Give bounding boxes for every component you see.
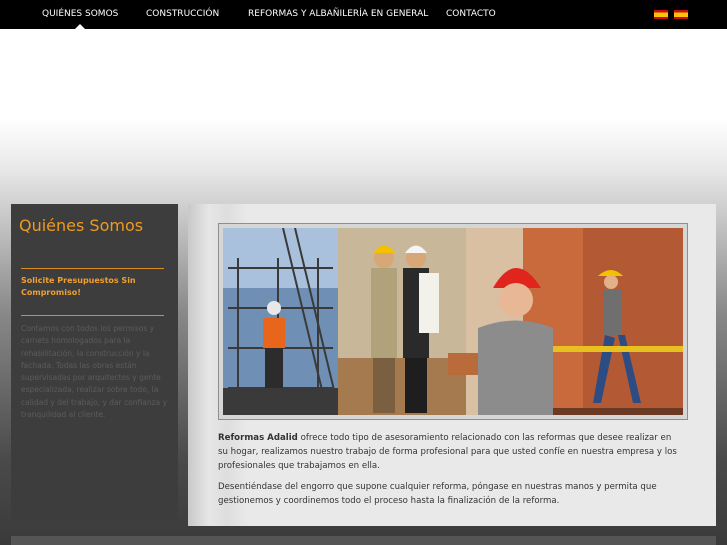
sidebar-divider [21,315,164,316]
sidebar-title: Quiénes Somos [19,216,144,235]
main-content: Reformas Adalid ofrece todo tipo de ases… [188,204,716,526]
brand-name: Reformas Adalid [218,433,298,443]
nav-item-reformas[interactable]: REFORMAS Y ALBAÑILERÍA EN GENERAL [248,0,428,29]
nav-item-quienes-somos[interactable]: QUIÉNES SOMOS [42,0,118,29]
second-paragraph: Desentiéndase del engorro que supone cua… [218,482,657,506]
spanish-flag-icon[interactable] [674,10,688,19]
nav-item-construccion[interactable]: CONSTRUCCIÓN [146,0,219,29]
intro-paragraph: Reformas Adalid ofrece todo tipo de ases… [218,431,678,473]
top-navigation: QUIÉNES SOMOS CONSTRUCCIÓN REFORMAS Y AL… [0,0,727,29]
bottom-bar [11,536,716,545]
sidebar-description: Contamos con todos los permisos y carnet… [21,324,168,420]
nav-item-contacto[interactable]: CONTACTO [446,0,496,29]
sidebar-divider [21,268,164,269]
photo-frame [218,223,688,420]
sidebar: Quiénes Somos Solicite Presupuestos Sin … [11,204,178,526]
spanish-flag-icon[interactable] [654,10,668,19]
construction-workers-photo [223,228,683,415]
quote-request-link[interactable]: Solicite Presupuestos Sin Compromiso! [21,275,161,299]
